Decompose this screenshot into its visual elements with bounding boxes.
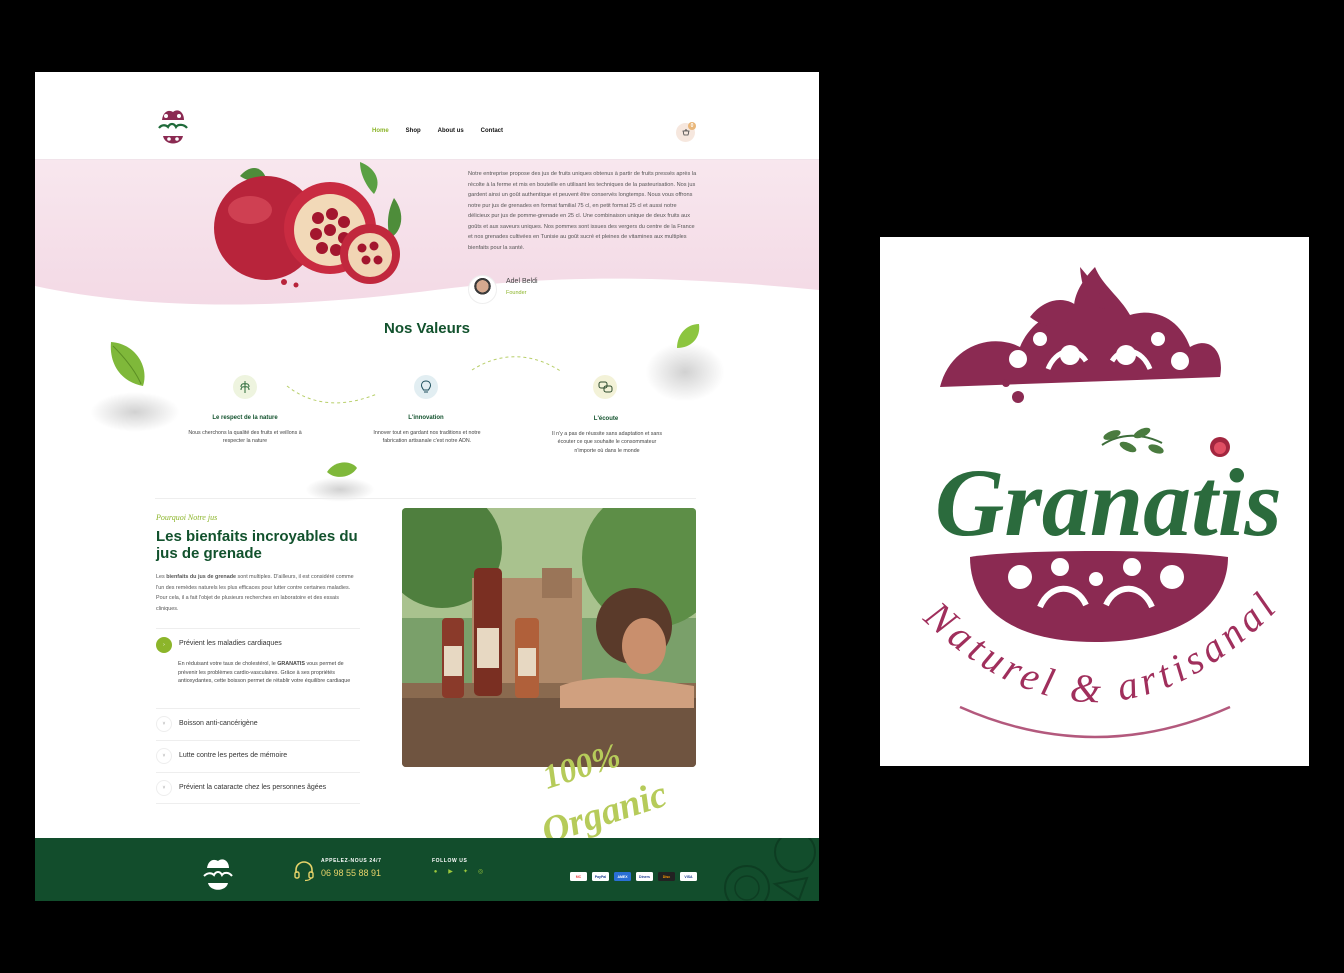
dashed-arrow-2 (471, 356, 563, 373)
value-description: Il n'y a pas de réussite sans adaptation… (552, 431, 662, 454)
value-title: Le respect de la nature (212, 415, 278, 421)
accordion-label[interactable]: Prévient les maladies cardiaques (179, 640, 282, 647)
visa-badge: VISA (680, 872, 697, 881)
section-divider (155, 498, 696, 499)
logo-wordmark: Granatis (935, 449, 1282, 556)
follow-label: FOLLOW US (432, 858, 468, 864)
dashed-arrow-1 (286, 385, 378, 404)
values-heading: Nos Valeurs (384, 320, 470, 337)
benefits-eyebrow: Pourquoi Notre jus (156, 513, 218, 522)
value-description: Nous cherchons la qualité des fruits et … (188, 430, 302, 445)
value-icon-wrap (593, 375, 617, 399)
website-screenshot: Home Shop About us Contact 0 Notre entre… (35, 72, 819, 901)
hero-wave-divider (35, 278, 819, 312)
granatis-logo[interactable] (154, 106, 192, 152)
wheat-icon (240, 381, 250, 393)
youtube-icon[interactable]: ▶ (447, 869, 454, 876)
accordion-item[interactable]: ˅ Prévient la cataracte chez les personn… (156, 772, 360, 804)
pomegranate-image (214, 162, 402, 288)
granatis-logo-large: Granatis Naturel & artisanal (915, 267, 1282, 739)
nav-contact[interactable]: Contact (481, 128, 503, 134)
accordion-label[interactable]: Boisson anti-cancérigène (179, 720, 258, 727)
site-footer: APPELEZ-NOUS 24/7 06 98 55 88 91 FOLLOW … (35, 838, 819, 901)
leaf-decoration (327, 462, 357, 477)
accordion-item[interactable]: ˅ Lutte contre les pertes de mémoire (156, 740, 360, 772)
nav-shop[interactable]: Shop (406, 128, 421, 134)
chevron-down-icon[interactable]: ˅ (156, 780, 172, 796)
founder-avatar (468, 275, 497, 304)
accordion-label[interactable]: Lutte contre les pertes de mémoire (179, 752, 287, 759)
accordion-body-bold: GRANATIS (277, 661, 305, 667)
organic-stamp: 100% Organic (537, 738, 673, 838)
value-description: Innover tout en gardant nos traditions e… (373, 430, 481, 445)
twitter-icon[interactable]: ✦ (462, 869, 469, 876)
footer-logo[interactable] (200, 856, 236, 896)
leaf-decoration (110, 342, 145, 386)
logo-card: Granatis Naturel & artisanal (880, 237, 1309, 766)
benefits-paragraph: Les bienfaits du jus de grenade sont mul… (156, 572, 361, 614)
site-header: Home Shop About us Contact 0 (35, 72, 819, 160)
chat-bubbles-icon (598, 381, 612, 392)
accordion-body: En réduisant votre taux de cholestérol, … (178, 660, 358, 686)
lightbulb-icon (420, 380, 432, 393)
value-icon-wrap (233, 375, 257, 399)
value-title: L'écoute (593, 416, 619, 422)
instagram-icon[interactable]: ◎ (477, 869, 484, 876)
value-title: L'innovation (408, 415, 444, 421)
leaf-decoration (677, 324, 700, 348)
fruit-line-art (724, 838, 816, 901)
product-photo (402, 508, 696, 767)
accordion-toggle-icon[interactable]: › (156, 637, 172, 653)
founder-name: Adel Beldi (506, 278, 538, 285)
discover-badge: Disc (658, 872, 675, 881)
amex-badge: AMEX (614, 872, 631, 881)
call-label: APPELEZ-NOUS 24/7 (321, 858, 382, 864)
nav-about-us[interactable]: About us (438, 128, 464, 134)
phone-number[interactable]: 06 98 55 88 91 (321, 868, 381, 878)
leaf-shadow (90, 392, 180, 432)
paypal-badge: PayPal (592, 872, 609, 881)
accordion-item[interactable]: ˅ Boisson anti-cancérigène (156, 708, 360, 740)
mastercard-badge: MC (570, 872, 587, 881)
founder-role: Founder (506, 290, 527, 296)
basket-icon (681, 129, 690, 136)
nav-home[interactable]: Home (372, 128, 389, 134)
facebook-icon[interactable]: ● (432, 869, 439, 876)
leaf-shadow (645, 342, 725, 402)
hero-description: Notre entreprise propose des jus de frui… (468, 171, 697, 251)
accordion-label[interactable]: Prévient la cataracte chez les personnes… (179, 784, 326, 791)
benefits-heading: Les bienfaits incroyables du jus de gren… (156, 528, 358, 562)
paragraph-text: Les (156, 574, 167, 580)
chevron-down-icon[interactable]: ˅ (156, 716, 172, 732)
payment-methods: MC PayPal AMEX Diners Disc VISA (570, 872, 697, 881)
main-nav: Home Shop About us Contact (372, 128, 503, 134)
value-icon-wrap (414, 375, 438, 399)
headset-icon (294, 861, 314, 882)
chevron-down-icon[interactable]: ˅ (156, 748, 172, 764)
social-links: ● ▶ ✦ ◎ (432, 869, 484, 876)
diners-badge: Diners (636, 872, 653, 881)
accordion-body-text: En réduisant votre taux de cholestérol, … (178, 661, 278, 667)
paragraph-bold-text: bienfaits du jus de grenade (166, 574, 236, 580)
cart-count-badge: 0 (688, 122, 696, 130)
